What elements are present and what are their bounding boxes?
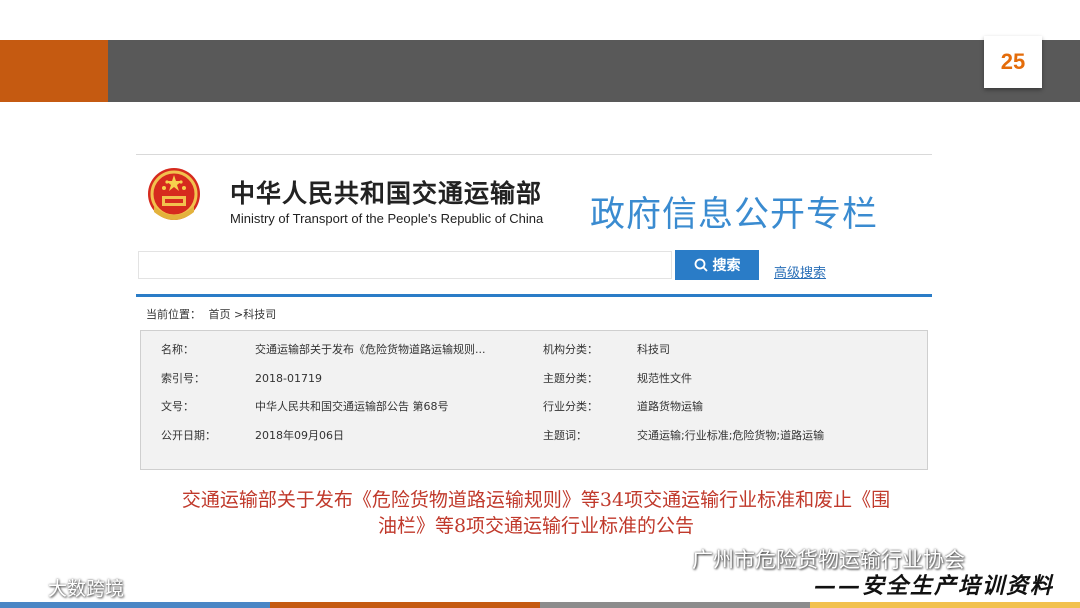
page-number: 25 xyxy=(984,36,1042,88)
ministry-name-cn: 中华人民共和国交通运输部 xyxy=(230,179,543,208)
field-label: 名称： xyxy=(161,343,194,356)
table-row: 公开日期： 2018年09月06日 主题词： 交通运输;行业标准;危险货物;道路… xyxy=(141,426,929,446)
field-label: 行业分类： xyxy=(543,400,598,413)
breadcrumb-current[interactable]: >科技司 xyxy=(234,308,276,321)
table-row: 索引号： 2018-01719 主题分类： 规范性文件 xyxy=(141,369,929,389)
platform-logo-icon xyxy=(11,579,40,596)
title-band-accent xyxy=(0,40,108,102)
field-value: 2018年09月06日 xyxy=(255,429,344,442)
advanced-search-link[interactable]: 高级搜索 xyxy=(774,262,826,281)
title-band xyxy=(0,40,1080,102)
field-label: 索引号： xyxy=(161,372,205,385)
field-value: 中华人民共和国交通运输部公告 第68号 xyxy=(255,400,449,413)
field-label: 公开日期： xyxy=(161,429,216,442)
headline-line-1: 交通运输部关于发布《危险货物道路运输规则》等34项交通运输行业标准和废止《围 xyxy=(181,489,891,511)
field-value: 交通运输;行业标准;危险货物;道路运输 xyxy=(637,429,825,442)
table-row: 名称： 交通运输部关于发布《危险货物道路运输规则... 机构分类： 科技司 xyxy=(141,340,929,360)
field-value: 道路货物运输 xyxy=(637,400,703,413)
field-label: 机构分类： xyxy=(543,343,598,356)
announcement-headline: 交通运输部关于发布《危险货物道路运输规则》等34项交通运输行业标准和废止《围 油… xyxy=(146,487,926,539)
platform-watermark: 大数跨境 xyxy=(10,574,124,601)
footer-stripe xyxy=(810,602,1080,608)
search-input[interactable] xyxy=(138,251,672,279)
document-metadata-table: 名称： 交通运输部关于发布《危险货物道路运输规则... 机构分类： 科技司 索引… xyxy=(140,330,928,470)
headline-line-2: 油栏》等8项交通运输行业标准的公告 xyxy=(377,515,695,537)
breadcrumb: 当前位置： 首页 >科技司 xyxy=(146,306,276,322)
field-value: 交通运输部关于发布《危险货物道路运输规则... xyxy=(255,343,486,356)
field-label: 主题词： xyxy=(543,429,587,442)
search-icon xyxy=(694,258,708,272)
webpage-screenshot: 中华人民共和国交通运输部 Ministry of Transport of th… xyxy=(136,150,932,480)
field-value: 规范性文件 xyxy=(637,372,692,385)
breadcrumb-home[interactable]: 首页 xyxy=(209,308,231,321)
divider xyxy=(136,154,932,155)
breadcrumb-label: 当前位置： xyxy=(146,308,201,321)
header-rule xyxy=(136,294,932,297)
column-title: 政府信息公开专栏 xyxy=(590,195,879,235)
footer-stripe xyxy=(0,602,270,608)
field-label: 主题分类： xyxy=(543,372,598,385)
table-row: 文号： 中华人民共和国交通运输部公告 第68号 行业分类： 道路货物运输 xyxy=(141,397,929,417)
footer-stripe xyxy=(540,602,810,608)
platform-name: 大数跨境 xyxy=(48,578,125,600)
field-value: 科技司 xyxy=(637,343,670,356)
training-slogan: ——安全生产培训资料 xyxy=(814,573,1055,599)
field-value: 2018-01719 xyxy=(255,372,322,385)
wechat-icon xyxy=(651,547,685,571)
search-button[interactable]: 搜索 xyxy=(675,250,759,280)
field-label: 文号： xyxy=(161,400,194,413)
ministry-name-en: Ministry of Transport of the People's Re… xyxy=(230,211,544,226)
search-button-label: 搜索 xyxy=(712,258,741,274)
footer-stripe xyxy=(270,602,540,608)
national-emblem-icon xyxy=(148,168,200,220)
